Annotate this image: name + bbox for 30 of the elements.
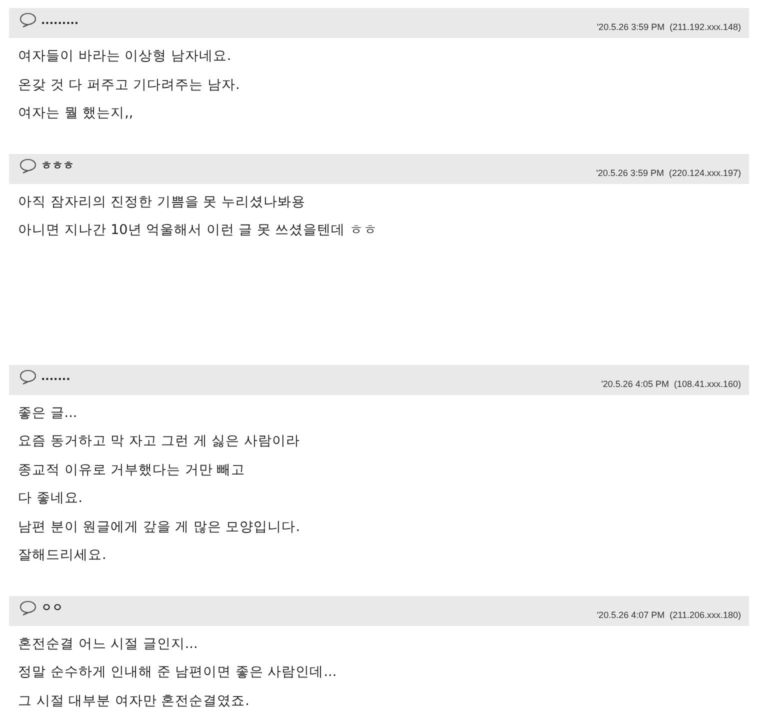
comment-text-line: 잘해드리세요. <box>18 546 108 565</box>
ip-address: (108.41.xxx.160) <box>674 378 741 388</box>
comment-author: ......... <box>41 14 79 26</box>
ip-address: (211.206.xxx.180) <box>670 610 741 620</box>
comment-text-line: 종교적 이유로 거부했다는 거만 빼고 <box>18 460 246 480</box>
comment-time: '20.5.26 4:07 PM <box>596 610 665 620</box>
comment-time: '20.5.26 3:59 PM <box>596 168 664 178</box>
comment-text-line: 아니면 지나간 10년 억울해서 이런 글 못 쓰셨을텐데 ㅎㅎ <box>18 221 379 240</box>
comment-text-line: 아직 잠자리의 진정한 기쁨을 못 누리셨나봐용 <box>18 192 306 212</box>
comment-text-line: 여자는 뭘 했는지,, <box>18 104 134 123</box>
comment-text-line: 여자들이 바라는 이상형 남자네요. <box>18 47 232 66</box>
comment-text-line: 정말 순수하게 인내해 준 남편이면 좋은 사람인데... <box>18 663 338 682</box>
comment-author: ㅎㅎㅎ <box>41 158 74 173</box>
comment-text-line: 온갖 것 다 퍼주고 기다려주는 남자. <box>18 76 241 94</box>
speech-bubble-icon <box>19 368 37 384</box>
comment-time: '20.5.26 4:05 PM <box>601 378 669 388</box>
comment-author: ....... <box>41 370 70 383</box>
comment-text-line: 요즘 동거하고 막 자고 그런 게 싫은 사람이라 <box>18 432 302 451</box>
comment-text-line: 좋은 글... <box>18 404 78 422</box>
comment-author: ㅇㅇ <box>41 600 63 615</box>
comment-text-line: 남편 분이 원글에게 갚을 게 많은 모양입니다. <box>18 518 302 536</box>
speech-bubble-icon <box>19 158 37 174</box>
ip-address: (220.124.xxx.197) <box>668 168 741 178</box>
comment-text-line: 다 좋네요. <box>18 489 84 508</box>
speech-bubble-icon <box>19 600 37 616</box>
comment-text-line: 혼전순결 어느 시절 글인지... <box>18 634 199 654</box>
ip-address: (211.192.xxx.148) <box>670 22 741 32</box>
speech-bubble-icon <box>19 12 37 28</box>
comment-time: '20.5.26 3:59 PM <box>596 22 665 32</box>
comment-text-line: 그 시절 대부분 여자만 혼전순결였죠. <box>18 692 250 710</box>
